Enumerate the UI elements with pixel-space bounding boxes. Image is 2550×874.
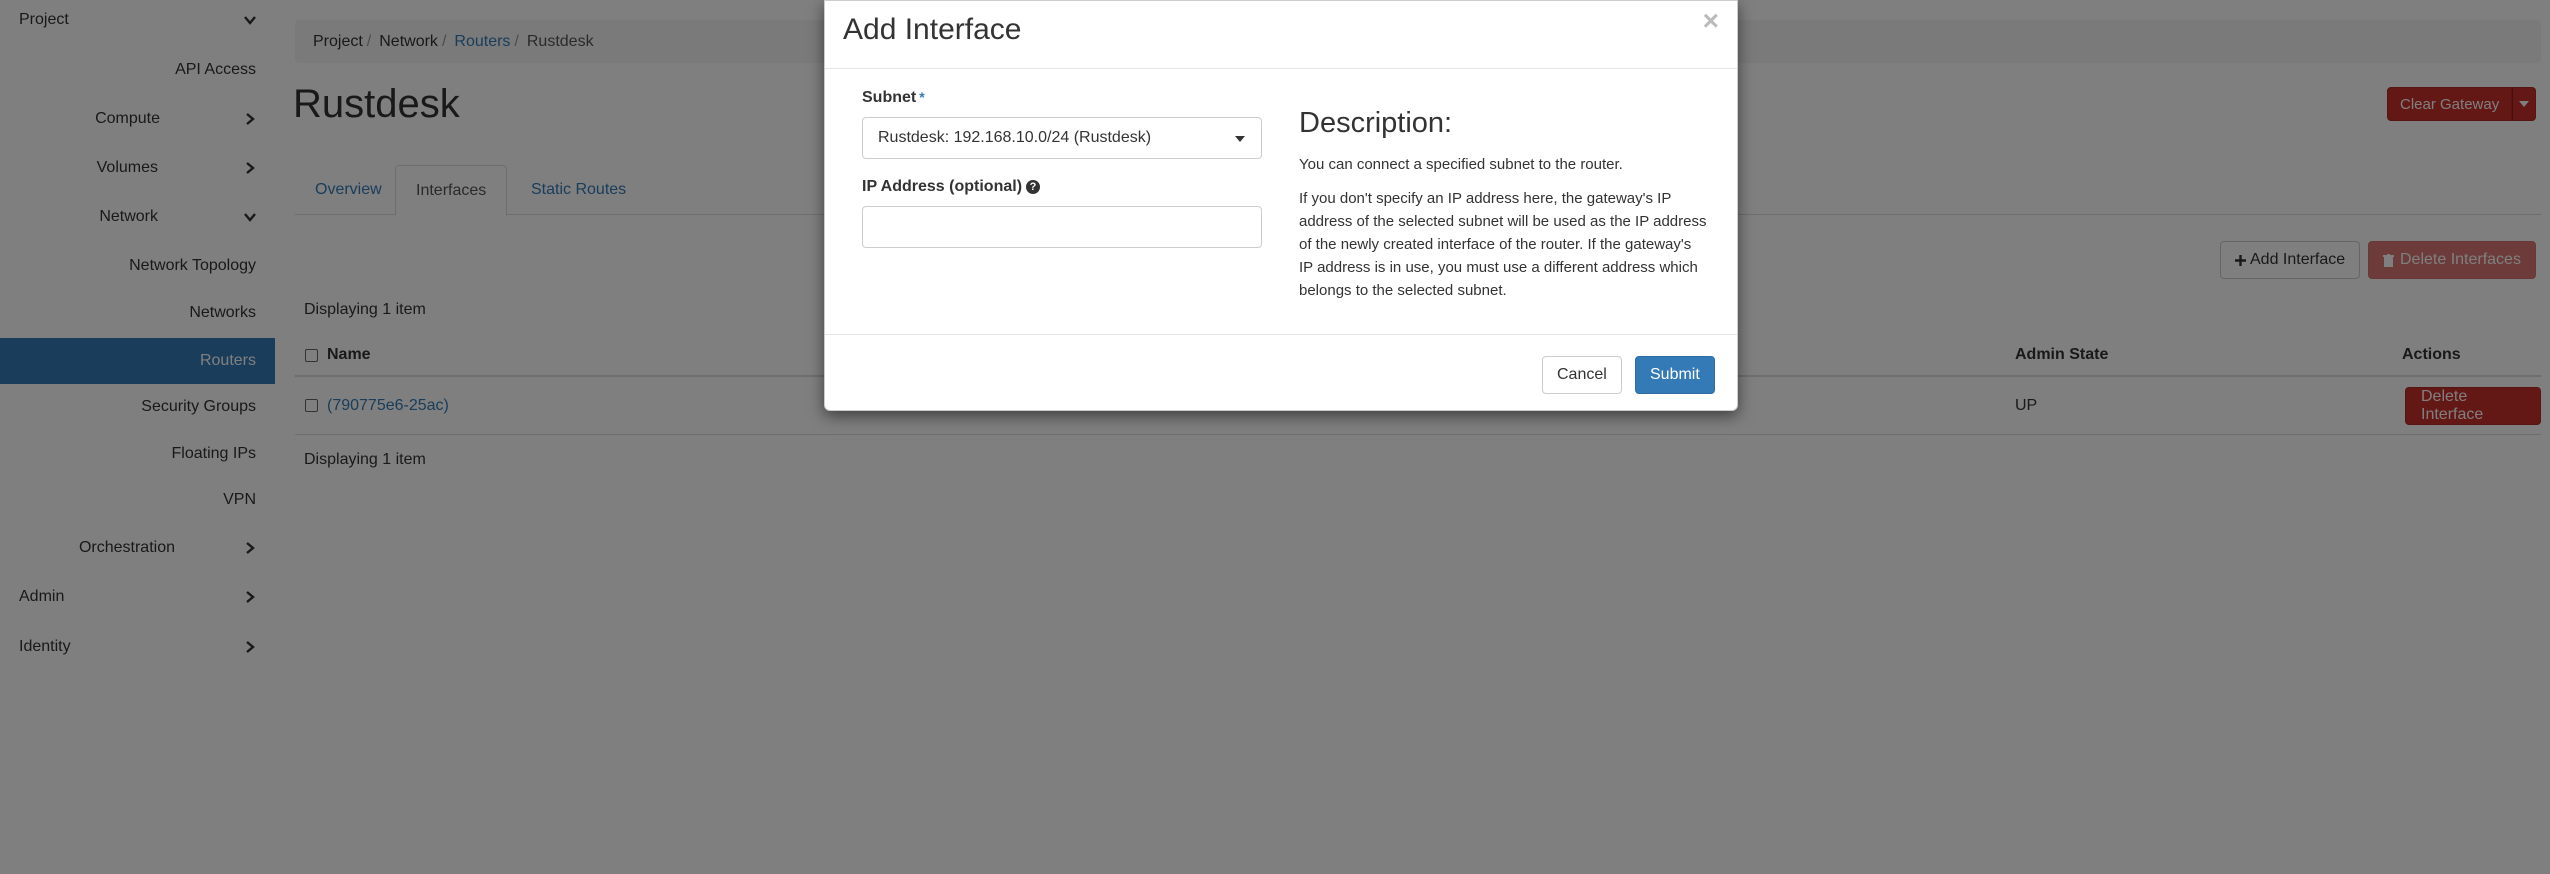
add-interface-modal: Add Interface × Subnet * Rustdesk: 192.16… (824, 0, 1738, 411)
cancel-button[interactable]: Cancel (1542, 356, 1622, 394)
subnet-select[interactable]: Rustdesk: 192.168.10.0/24 (Rustdesk) (862, 117, 1262, 159)
caret-down-icon (1235, 136, 1245, 142)
close-icon[interactable]: × (1703, 7, 1719, 35)
description-text: If you don't specify an IP address here,… (1299, 190, 1707, 299)
ip-address-label: IP Address (optional)? (862, 178, 1041, 196)
submit-button[interactable]: Submit (1635, 356, 1715, 394)
question-circle-icon[interactable]: ? (1026, 179, 1041, 194)
description-title: Description: (1299, 107, 1453, 139)
subnet-label: Subnet * (862, 89, 925, 106)
required-marker: * (919, 89, 925, 105)
modal-header: Add Interface × (825, 1, 1737, 69)
modal-title: Add Interface (843, 13, 1022, 46)
description-text: You can connect a specified subnet to th… (1299, 156, 1623, 173)
modal-footer: Cancel Submit (825, 334, 1737, 412)
ip-address-input[interactable] (862, 206, 1262, 248)
subnet-selected-value: Rustdesk: 192.168.10.0/24 (Rustdesk) (878, 129, 1152, 146)
